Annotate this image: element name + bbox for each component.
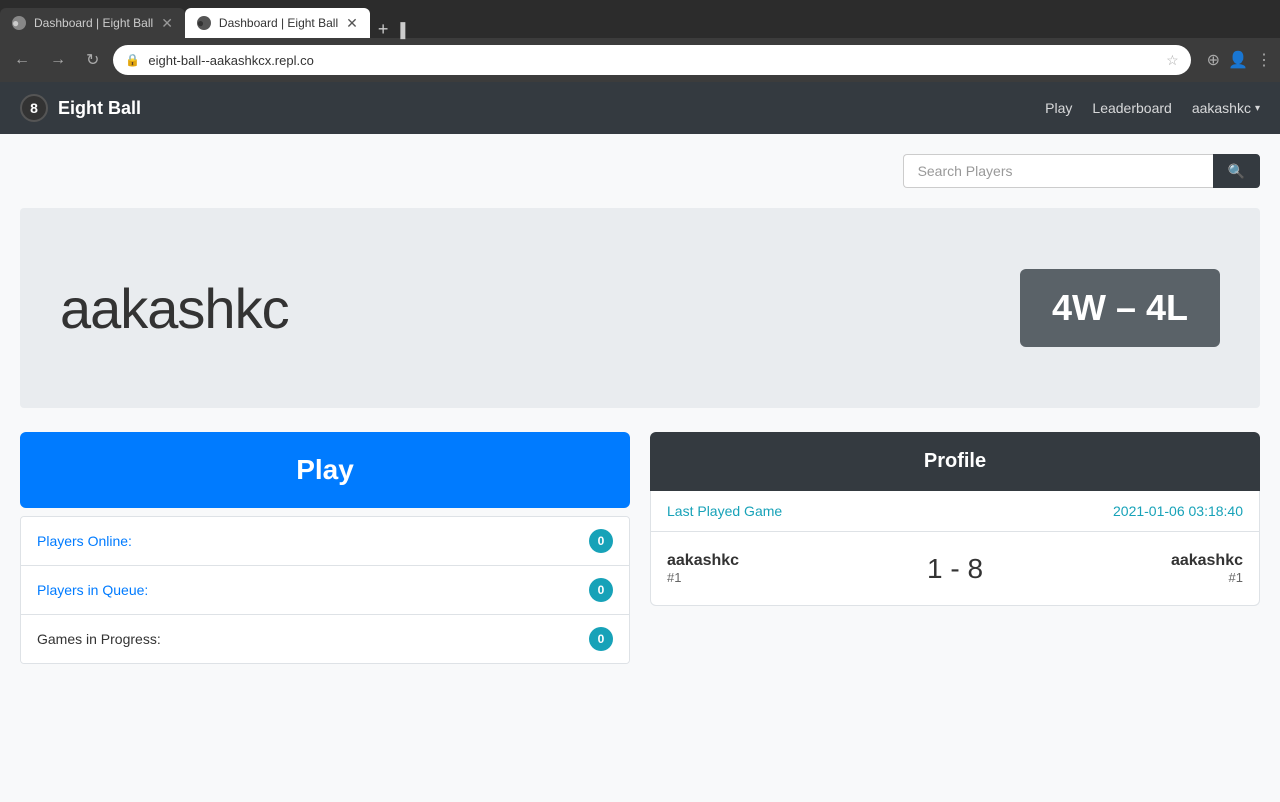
tab-close-1[interactable]: ✕ [161,15,173,32]
brand-name: Eight Ball [58,98,141,119]
tab-2[interactable]: ● Dashboard | Eight Ball ✕ [185,8,370,38]
search-input[interactable] [903,154,1213,188]
brand-link[interactable]: 8 Eight Ball [20,94,141,122]
browser-chrome: ● Dashboard | Eight Ball ✕ ● Dashboard |… [0,0,1280,82]
player2-rank: #1 [1229,570,1243,585]
hero-banner: aakashkc 4W – 4L [20,208,1260,408]
lock-icon: 🔒 [125,53,140,67]
profile-icon[interactable]: 👤 [1228,50,1248,70]
nav-user-dropdown[interactable]: aakashkc ▾ [1192,100,1260,116]
main-content: 🔍 aakashkc 4W – 4L Play Players Online: … [0,134,1280,802]
nav-links: Play Leaderboard aakashkc ▾ [1045,100,1260,116]
player1-name: aakashkc [667,552,739,570]
player1-info: aakashkc #1 [667,552,739,585]
stat-progress-label: Games in Progress: [37,631,161,647]
hero-username: aakashkc [60,276,289,341]
browser-toolbar: ← → ↻ 🔒 eight-ball--aakashkcx.repl.co ☆ … [0,38,1280,82]
nav-caret-icon: ▾ [1255,103,1260,114]
tab-title-1: Dashboard | Eight Ball [34,16,153,30]
tab-title-2: Dashboard | Eight Ball [219,16,338,30]
tab-1[interactable]: ● Dashboard | Eight Ball ✕ [0,8,185,38]
tab-favicon-2: ● [197,16,211,30]
search-group: 🔍 [903,154,1260,188]
stat-progress-value: 0 [589,627,613,651]
search-button[interactable]: 🔍 [1213,154,1260,188]
last-game-header: Last Played Game 2021-01-06 03:18:40 [651,491,1259,532]
stat-players-queue: Players in Queue: 0 [21,566,629,615]
toolbar-icons: ⊕ 👤 ⋮ [1207,50,1272,70]
profile-panel: Profile Last Played Game 2021-01-06 03:1… [650,432,1260,664]
play-panel: Play Players Online: 0 Players in Queue:… [20,432,630,664]
forward-button[interactable]: → [44,49,72,71]
profile-body: Last Played Game 2021-01-06 03:18:40 aak… [650,491,1260,606]
play-button[interactable]: Play [20,432,630,508]
stat-online-value: 0 [589,529,613,553]
address-bar[interactable]: 🔒 eight-ball--aakashkcx.repl.co ☆ [113,45,1190,75]
brand-logo: 8 [20,94,48,122]
stat-games-progress: Games in Progress: 0 [21,615,629,663]
browser-tabs: ● Dashboard | Eight Ball ✕ ● Dashboard |… [0,0,1280,38]
player2-info: aakashkc #1 [1171,552,1243,585]
back-button[interactable]: ← [8,49,36,71]
menu-icon[interactable]: ⋮ [1256,50,1272,70]
address-text: eight-ball--aakashkcx.repl.co [148,53,1158,68]
player2-name: aakashkc [1171,552,1243,570]
extensions-icon[interactable]: ⊕ [1207,50,1220,70]
stat-online-label: Players Online: [37,533,132,549]
tab-favicon-1: ● [12,16,26,30]
stat-queue-label: Players in Queue: [37,582,148,598]
hero-record: 4W – 4L [1020,269,1220,347]
nav-username: aakashkc [1192,100,1251,116]
nav-play-link[interactable]: Play [1045,100,1072,116]
bottom-panels: Play Players Online: 0 Players in Queue:… [20,432,1260,664]
player1-rank: #1 [667,570,739,585]
profile-header: Profile [650,432,1260,491]
last-game-label: Last Played Game [667,503,782,519]
stat-queue-value: 0 [589,578,613,602]
new-tab-button[interactable]: + [370,20,397,38]
stat-players-online: Players Online: 0 [21,517,629,566]
last-game-time: 2021-01-06 03:18:40 [1113,503,1243,519]
nav-leaderboard-link[interactable]: Leaderboard [1092,100,1171,116]
stats-list: Players Online: 0 Players in Queue: 0 Ga… [20,516,630,664]
reload-button[interactable]: ↻ [80,48,105,72]
search-row: 🔍 [20,154,1260,188]
tab-close-2[interactable]: ✕ [346,15,358,32]
app-navbar: 8 Eight Ball Play Leaderboard aakashkc ▾ [0,82,1280,134]
cursor-indicator: ▌ [396,22,414,38]
game-result: aakashkc #1 1 - 8 aakashkc #1 [651,532,1259,605]
game-score: 1 - 8 [927,553,983,585]
bookmark-icon[interactable]: ☆ [1166,52,1179,69]
